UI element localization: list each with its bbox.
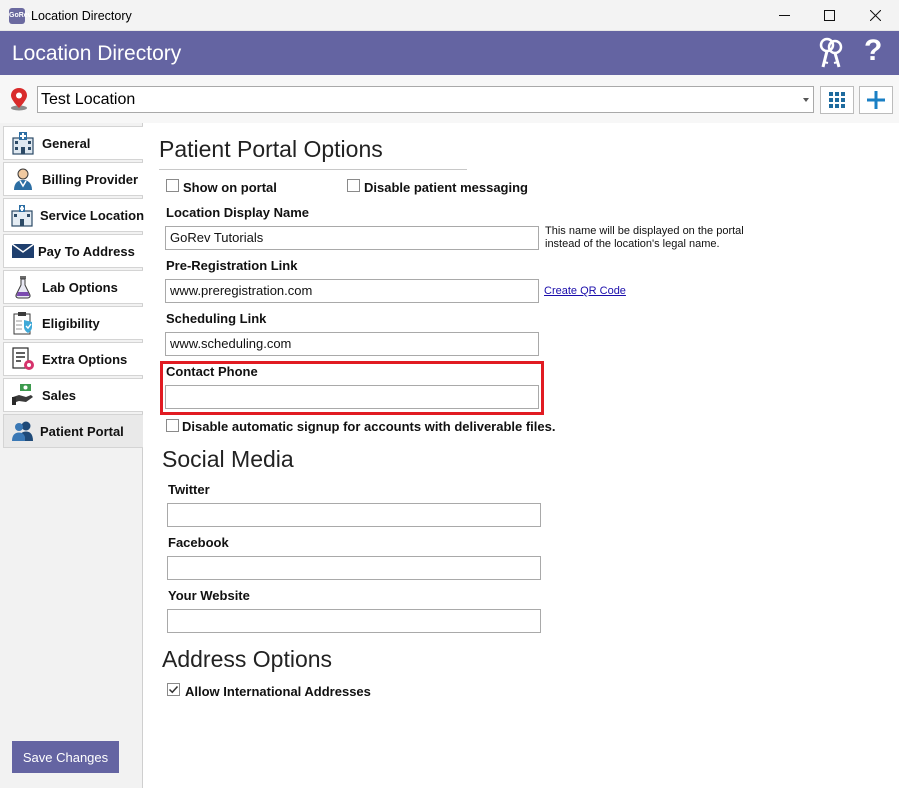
flask-icon xyxy=(10,274,36,300)
twitter-input[interactable] xyxy=(167,503,541,527)
sidebar-item-pay-to-address[interactable]: Pay To Address xyxy=(3,234,143,268)
allow-international-label: Allow International Addresses xyxy=(185,684,371,699)
sidebar-item-patient-portal[interactable]: Patient Portal xyxy=(3,414,143,448)
minimize-button[interactable] xyxy=(761,0,807,31)
location-bar: Test Location xyxy=(0,75,899,123)
plus-icon xyxy=(867,91,885,109)
allow-international-checkbox[interactable] xyxy=(167,683,180,696)
address-section-title: Address Options xyxy=(162,646,333,672)
envelope-icon xyxy=(10,238,36,264)
sidebar-item-extra-options[interactable]: Extra Options xyxy=(3,342,143,376)
add-location-button[interactable] xyxy=(859,86,893,114)
close-button[interactable] xyxy=(852,0,898,31)
scheduling-label: Scheduling Link xyxy=(166,311,267,326)
display-name-hint-line1: This name will be displayed on the porta… xyxy=(545,225,744,237)
prereg-input[interactable]: www.preregistration.com xyxy=(165,279,539,303)
sidebar-item-label: Eligibility xyxy=(42,315,100,331)
contact-phone-input[interactable] xyxy=(165,385,539,409)
map-pin-icon xyxy=(8,87,30,116)
sidebar-item-label: General xyxy=(42,135,91,151)
facebook-label: Facebook xyxy=(168,535,229,550)
contact-phone-label: Contact Phone xyxy=(166,364,258,379)
disable-signup-checkbox[interactable] xyxy=(166,419,179,432)
grid-icon xyxy=(829,92,845,108)
website-label: Your Website xyxy=(168,588,250,603)
help-button[interactable]: ? xyxy=(864,34,882,68)
sidebar-item-label: Billing Provider xyxy=(42,171,139,187)
display-name-input[interactable]: GoRev Tutorials xyxy=(165,226,539,250)
header-title: Location Directory xyxy=(12,42,182,65)
doctor-icon xyxy=(10,166,36,192)
display-name-hint-line2: instead of the location's legal name. xyxy=(545,238,720,250)
website-input[interactable] xyxy=(167,609,541,633)
building-icon xyxy=(10,202,34,228)
sidebar-item-general[interactable]: General xyxy=(3,126,143,160)
twitter-label: Twitter xyxy=(168,482,210,497)
chevron-down-icon xyxy=(803,98,809,102)
scheduling-input[interactable]: www.scheduling.com xyxy=(165,332,539,356)
disable-messaging-label: Disable patient messaging xyxy=(364,180,528,195)
create-qr-code-link[interactable]: Create QR Code xyxy=(544,285,626,297)
window-titlebar: GoRev Location Directory xyxy=(0,0,899,31)
disable-messaging-checkbox[interactable] xyxy=(347,179,360,192)
sidebar-item-label: Lab Options xyxy=(42,279,118,295)
keys-button[interactable] xyxy=(817,37,845,69)
section-divider xyxy=(159,169,467,170)
sidebar-item-label: Sales xyxy=(42,387,76,403)
maximize-button[interactable] xyxy=(806,0,852,31)
sidebar-item-billing-provider[interactable]: Billing Provider xyxy=(3,162,143,196)
app-header: Location Directory ? xyxy=(0,31,899,75)
sidebar-item-service-location[interactable]: Service Location xyxy=(3,198,145,232)
close-icon xyxy=(869,10,881,21)
clipboard-shield-icon xyxy=(10,310,36,336)
show-on-portal-checkbox[interactable] xyxy=(166,179,179,192)
app-icon: GoRev xyxy=(9,8,32,24)
location-select-value: Test Location xyxy=(41,91,136,108)
portal-section-title: Patient Portal Options xyxy=(159,136,383,162)
show-on-portal-label: Show on portal xyxy=(183,180,277,195)
hospital-icon xyxy=(10,130,36,156)
sidebar-item-sales[interactable]: Sales xyxy=(3,378,143,412)
main-panel: Patient Portal Options Show on portal Di… xyxy=(144,123,899,788)
money-hand-icon xyxy=(10,382,36,408)
sidebar-item-label: Patient Portal xyxy=(40,423,124,439)
save-changes-button[interactable]: Save Changes xyxy=(12,741,119,773)
sidebar-item-eligibility[interactable]: Eligibility xyxy=(3,306,143,340)
sidebar-item-label: Service Location xyxy=(40,207,145,223)
sidebar-item-lab-options[interactable]: Lab Options xyxy=(3,270,143,304)
users-icon xyxy=(10,418,36,444)
sidebar-item-label: Pay To Address xyxy=(38,243,135,259)
minimize-icon xyxy=(778,15,790,16)
document-gear-icon xyxy=(10,346,36,372)
keys-icon xyxy=(819,37,843,68)
maximize-icon xyxy=(823,10,835,21)
location-select[interactable]: Test Location xyxy=(37,86,814,113)
disable-signup-label: Disable automatic signup for accounts wi… xyxy=(182,419,556,434)
window-title: Location Directory xyxy=(31,9,132,23)
facebook-input[interactable] xyxy=(167,556,541,580)
sidebar: General Billing Provider Service Locatio… xyxy=(0,123,145,788)
prereg-label: Pre-Registration Link xyxy=(166,258,298,273)
display-name-label: Location Display Name xyxy=(166,205,310,220)
checkmark-icon xyxy=(168,685,179,694)
grid-view-button[interactable] xyxy=(820,86,854,114)
sidebar-item-label: Extra Options xyxy=(42,351,128,367)
social-section-title: Social Media xyxy=(162,446,294,472)
